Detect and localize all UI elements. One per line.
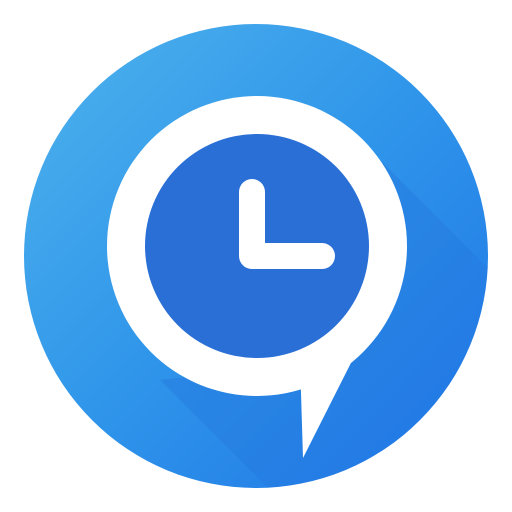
clock-chat-app-icon bbox=[24, 24, 488, 488]
app-icon-canvas bbox=[0, 0, 512, 512]
